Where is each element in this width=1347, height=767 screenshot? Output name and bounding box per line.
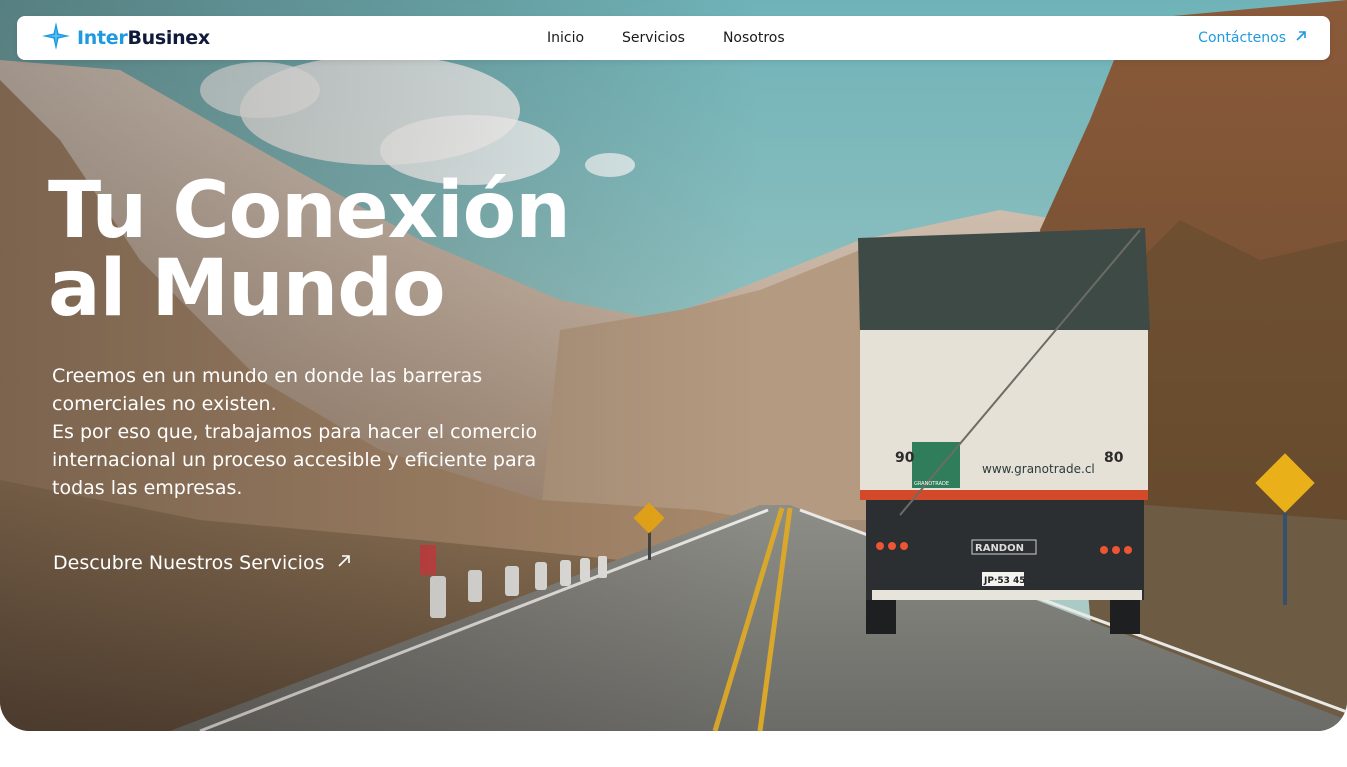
nav-link-servicios[interactable]: Servicios <box>622 30 685 46</box>
star-sparkle-icon <box>41 21 71 55</box>
truck-plate: JP·53 45 <box>983 576 1026 586</box>
brand-name: InterBusinex <box>77 27 210 49</box>
brand-name-part1: Inter <box>77 27 128 49</box>
arrow-up-right-icon <box>336 552 352 574</box>
nav-link-inicio[interactable]: Inicio <box>547 30 584 46</box>
discover-services-label: Descubre Nuestros Servicios <box>53 552 325 574</box>
arrow-up-right-icon <box>1294 29 1308 47</box>
nav-links: Inicio Servicios Nosotros <box>547 16 785 60</box>
contact-button-label: Contáctenos <box>1198 30 1286 46</box>
hero-description-line: todas las empresas. <box>52 477 243 499</box>
truck-bumper-brand: RANDON <box>975 543 1024 554</box>
hero-description: Creemos en un mundo en donde las barrera… <box>52 362 612 502</box>
nav-link-nosotros[interactable]: Nosotros <box>723 30 785 46</box>
hero-title-line1: Tu Conexión <box>48 166 571 256</box>
brand-logo[interactable]: InterBusinex <box>41 21 210 55</box>
truck-website: www.granotrade.cl <box>982 462 1095 476</box>
discover-services-link[interactable]: Descubre Nuestros Servicios <box>53 552 352 574</box>
hero-title-line2: al Mundo <box>48 244 446 334</box>
hero-banner: 90 80 www.granotrade.cl GRANOTRADE RANDO… <box>0 0 1347 731</box>
hero-description-line: Creemos en un mundo en donde las barrera… <box>52 365 483 387</box>
truck-brand-badge: GRANOTRADE <box>914 481 949 487</box>
hero-description-line: comerciales no existen. <box>52 393 277 415</box>
hero-title: Tu Conexión al Mundo <box>48 172 668 328</box>
contact-button[interactable]: Contáctenos <box>1198 16 1308 60</box>
truck-number-left: 90 <box>895 450 915 466</box>
brand-name-part2: Businex <box>127 27 210 49</box>
top-navigation-bar: InterBusinex Inicio Servicios Nosotros C… <box>17 16 1330 60</box>
hero-description-line: Es por eso que, trabajamos para hacer el… <box>52 421 538 443</box>
truck-number-right: 80 <box>1104 450 1124 466</box>
hero-description-line: internacional un proceso accesible y efi… <box>52 449 537 471</box>
